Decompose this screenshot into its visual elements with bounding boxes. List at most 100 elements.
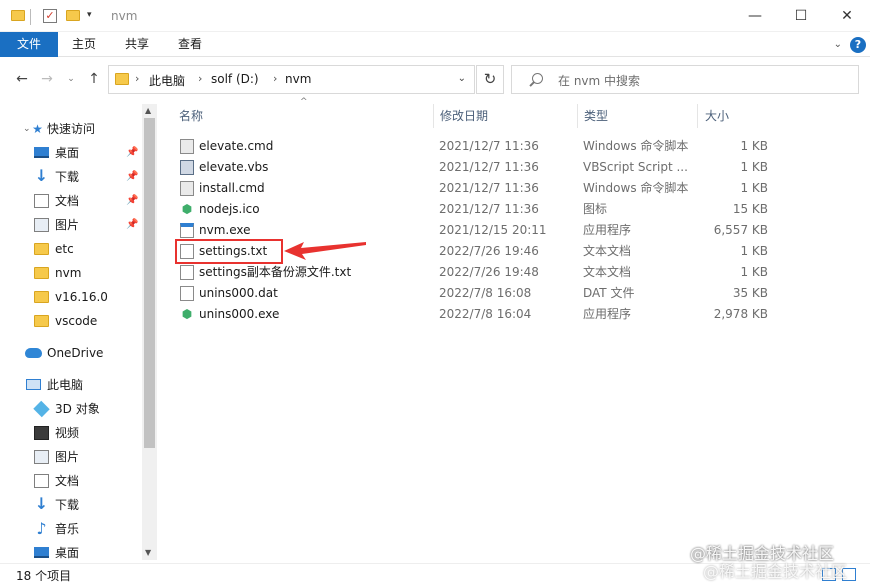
search-box[interactable]: 在 nvm 中搜索 — [511, 65, 859, 94]
close-button[interactable]: ✕ — [824, 0, 870, 32]
search-input[interactable]: 在 nvm 中搜索 — [558, 72, 640, 89]
file-type: DAT 文件 — [583, 286, 635, 300]
star-icon: ★ — [32, 122, 43, 136]
expand-ribbon-chevron-icon[interactable]: ⌄ — [834, 39, 842, 50]
chevron-right-icon[interactable]: › — [135, 72, 139, 85]
pin-icon[interactable]: 📌 — [126, 166, 138, 188]
tab-view[interactable]: 查看 — [168, 32, 212, 57]
sidebar-item-v16[interactable]: v16.16.0 — [0, 286, 140, 308]
tab-share[interactable]: 共享 — [115, 32, 159, 57]
column-divider[interactable] — [433, 104, 434, 128]
sidebar-item-quick-access[interactable]: ⌄ ★ 快速访问 — [0, 118, 140, 140]
chevron-right-icon[interactable]: › — [198, 72, 202, 85]
column-header-date[interactable]: 修改日期 — [440, 104, 570, 128]
sidebar-item-3d-objects[interactable]: 3D 对象 — [0, 398, 140, 420]
file-row[interactable]: settings副本备份源文件.txt 2022/7/26 19:48 文本文档… — [170, 262, 780, 283]
scroll-up-icon[interactable]: ▲ — [145, 106, 151, 115]
sidebar-item-nvm[interactable]: nvm — [0, 262, 140, 284]
sidebar-label: vscode — [55, 314, 98, 328]
column-header-type[interactable]: 类型 — [584, 104, 694, 128]
breadcrumb-drive[interactable]: solf (D:) — [211, 72, 259, 86]
file-type: 应用程序 — [583, 307, 632, 321]
file-row[interactable]: unins000.dat 2022/7/8 16:08 DAT 文件 35 KB — [170, 283, 780, 304]
sidebar-label: 桌面 — [55, 546, 80, 560]
sidebar-item-documents[interactable]: 文档 📌 — [0, 190, 140, 212]
sidebar-label: 文档 — [55, 194, 80, 208]
sidebar-scrollbar[interactable]: ▲ ▼ — [142, 104, 157, 560]
sidebar-item-desktop[interactable]: 桌面 📌 — [0, 142, 140, 164]
sidebar-item-onedrive[interactable]: OneDrive — [0, 342, 140, 364]
download-icon: ↓ — [34, 166, 49, 185]
sidebar-item-this-pc[interactable]: 此电脑 — [0, 374, 140, 396]
sidebar-item-music[interactable]: ♪ 音乐 — [0, 518, 140, 540]
file-name: settings副本备份源文件.txt — [199, 265, 352, 279]
file-date: 2021/12/7 11:36 — [439, 181, 539, 195]
txt-file-icon — [180, 265, 194, 280]
file-type: 图标 — [583, 202, 608, 216]
highlight-box — [175, 239, 283, 264]
pin-icon[interactable]: 📌 — [126, 214, 138, 236]
file-type: 文本文档 — [583, 265, 632, 279]
file-row[interactable]: nvm.exe 2021/12/15 20:11 应用程序 6,557 KB — [170, 220, 780, 241]
new-folder-icon[interactable] — [66, 10, 80, 21]
download-icon: ↓ — [34, 494, 49, 513]
pin-icon[interactable]: 📌 — [126, 190, 138, 212]
help-icon[interactable]: ? — [850, 37, 866, 53]
column-divider[interactable] — [577, 104, 578, 128]
sidebar-item-pictures[interactable]: 图片 📌 — [0, 214, 140, 236]
sidebar-label: v16.16.0 — [55, 290, 108, 304]
title-bar: ✓ ▾ nvm — ☐ ✕ — [0, 0, 870, 32]
folder-icon — [11, 10, 25, 21]
minimize-button[interactable]: — — [732, 0, 778, 32]
sidebar-item-etc[interactable]: etc — [0, 238, 140, 260]
forward-arrow-icon[interactable]: → — [38, 70, 56, 88]
sidebar-item-vscode[interactable]: vscode — [0, 310, 140, 332]
up-arrow-icon[interactable]: ↑ — [85, 70, 103, 88]
address-bar[interactable]: › 此电脑 › solf (D:) › nvm ⌄ — [108, 65, 475, 94]
music-icon: ♪ — [36, 519, 47, 538]
tab-file[interactable]: 文件 — [0, 32, 58, 57]
column-header-size[interactable]: 大小 — [705, 104, 775, 128]
sidebar-label: 下载 — [55, 498, 80, 512]
pin-icon[interactable]: 📌 — [126, 142, 138, 164]
breadcrumb-nvm[interactable]: nvm — [285, 72, 311, 86]
sidebar-label: 音乐 — [55, 522, 80, 536]
file-row[interactable]: ⬢ nodejs.ico 2021/12/7 11:36 图标 15 KB — [170, 199, 780, 220]
ribbon: 文件 主页 共享 查看 ⌄ ? — [0, 32, 870, 57]
back-arrow-icon[interactable]: ← — [13, 70, 31, 88]
scrollbar-thumb[interactable] — [144, 118, 155, 448]
pictures-icon — [34, 218, 49, 232]
sidebar-item-pc-downloads[interactable]: ↓ 下载 — [0, 494, 140, 516]
file-row[interactable]: ⬢ unins000.exe 2022/7/8 16:04 应用程序 2,978… — [170, 304, 780, 325]
folder-icon — [34, 315, 49, 327]
sidebar-label: OneDrive — [47, 346, 104, 360]
sidebar-item-videos[interactable]: 视频 — [0, 422, 140, 444]
refresh-icon[interactable]: ↻ — [476, 65, 504, 94]
breadcrumb-this-pc[interactable]: 此电脑 — [149, 72, 185, 89]
file-type: 应用程序 — [583, 223, 632, 237]
maximize-button[interactable]: ☐ — [778, 0, 824, 32]
sidebar-label: 3D 对象 — [55, 402, 100, 416]
sidebar-item-pc-desktop[interactable]: 桌面 — [0, 542, 140, 564]
address-history-chevron-icon[interactable]: ⌄ — [458, 73, 466, 84]
file-size: 1 KB — [740, 160, 768, 174]
column-header-name[interactable]: 名称 — [179, 104, 429, 128]
tab-home[interactable]: 主页 — [62, 32, 106, 57]
sidebar-item-pc-pictures[interactable]: 图片 — [0, 446, 140, 468]
file-row[interactable]: elevate.cmd 2021/12/7 11:36 Windows 命令脚本… — [170, 136, 780, 157]
file-row[interactable]: install.cmd 2021/12/7 11:36 Windows 命令脚本… — [170, 178, 780, 199]
customize-toolbar-chevron-icon[interactable]: ▾ — [87, 10, 92, 20]
properties-icon[interactable]: ✓ — [43, 9, 57, 23]
file-date: 2021/12/7 11:36 — [439, 139, 539, 153]
sidebar-label: 图片 — [55, 218, 80, 232]
document-icon — [34, 474, 49, 488]
chevron-right-icon[interactable]: › — [273, 72, 277, 85]
column-divider[interactable] — [697, 104, 698, 128]
file-row[interactable]: elevate.vbs 2021/12/7 11:36 VBScript Scr… — [170, 157, 780, 178]
file-size: 6,557 KB — [713, 223, 768, 237]
scroll-down-icon[interactable]: ▼ — [145, 548, 151, 557]
recent-locations-chevron-icon[interactable]: ⌄ — [62, 70, 80, 88]
sidebar-item-downloads[interactable]: ↓ 下载 📌 — [0, 166, 140, 188]
nodejs-icon: ⬢ — [181, 202, 193, 216]
sidebar-item-pc-documents[interactable]: 文档 — [0, 470, 140, 492]
